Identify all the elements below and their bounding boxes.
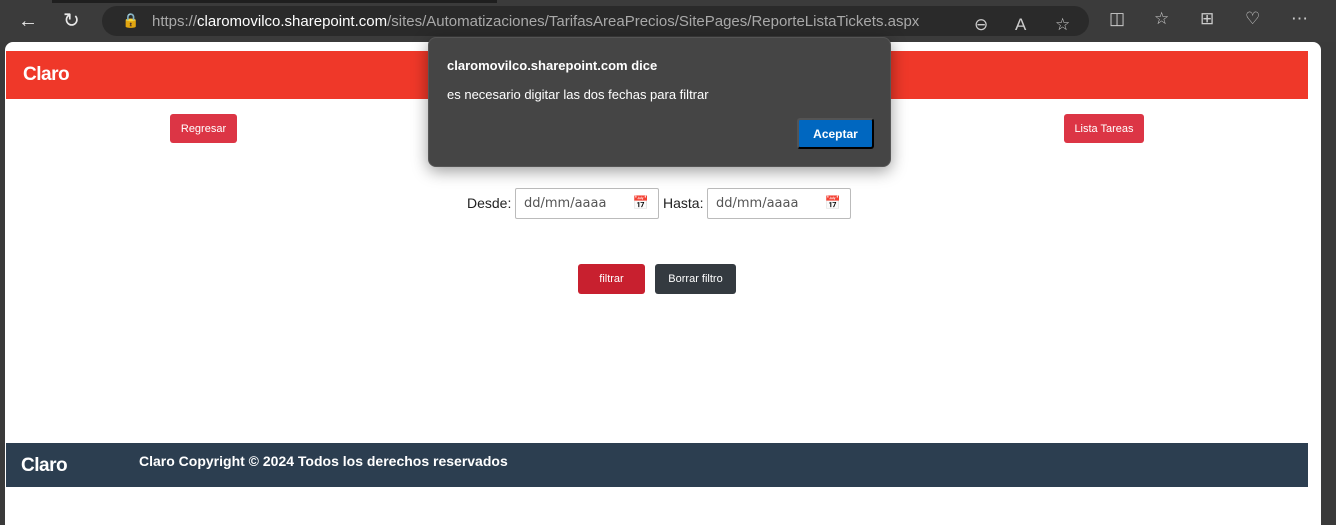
to-date-placeholder: dd/mm/aaaa [716, 196, 799, 211]
read-aloud-icon[interactable]: A [1015, 15, 1026, 35]
browser-sidebar [1321, 42, 1336, 525]
url-text[interactable]: https://claromovilco.sharepoint.com/site… [152, 13, 919, 30]
site-footer: Claro Claro Copyright © 2024 Todos los d… [6, 443, 1308, 487]
clear-filter-button[interactable]: Borrar filtro [655, 264, 736, 294]
lock-icon[interactable]: 🔒 [122, 12, 139, 29]
url-domain: claromovilco.sharepoint.com [197, 13, 388, 30]
from-date-placeholder: dd/mm/aaaa [524, 196, 607, 211]
url-prefix: https:// [152, 13, 198, 30]
to-date-input[interactable]: dd/mm/aaaa 📅 [707, 188, 851, 219]
footer-claro-logo: Claro [21, 455, 68, 476]
tab-strip-edge [52, 0, 497, 3]
zoom-out-icon[interactable]: ⊖ [974, 15, 988, 35]
more-icon[interactable]: ⋯ [1291, 9, 1308, 29]
split-screen-icon[interactable]: ◫ [1109, 9, 1125, 29]
alert-dialog: claromovilco.sharepoint.com dice es nece… [428, 37, 891, 167]
filter-button[interactable]: filtrar [578, 264, 645, 294]
browser-essentials-icon[interactable]: ♡ [1245, 9, 1260, 29]
from-date-input[interactable]: dd/mm/aaaa 📅 [515, 188, 659, 219]
accept-button[interactable]: Aceptar [797, 118, 874, 149]
claro-logo: Claro [23, 64, 70, 85]
back-icon[interactable]: ← [18, 10, 38, 32]
copyright-text: Claro Copyright © 2024 Todos los derecho… [139, 453, 508, 469]
task-list-button[interactable]: Lista Tareas [1064, 114, 1144, 143]
from-label: Desde: [467, 195, 512, 211]
calendar-icon[interactable]: 📅 [825, 196, 841, 211]
favorite-star-icon[interactable]: ☆ [1055, 15, 1070, 35]
back-button[interactable]: Regresar [170, 114, 237, 143]
calendar-icon[interactable]: 📅 [633, 196, 649, 211]
refresh-icon[interactable]: ↻ [63, 10, 80, 32]
dialog-message: es necesario digitar las dos fechas para… [447, 87, 709, 102]
collections-icon[interactable]: ⊞ [1200, 9, 1214, 29]
favorites-icon[interactable]: ☆ [1154, 9, 1169, 29]
address-bar[interactable]: 🔒 https://claromovilco.sharepoint.com/si… [102, 6, 1089, 36]
url-path: /sites/Automatizaciones/TarifasAreaPreci… [387, 13, 920, 30]
to-label: Hasta: [663, 195, 704, 211]
browser-toolbar: ← ↻ 🔒 https://claromovilco.sharepoint.co… [0, 0, 1336, 42]
dialog-title: claromovilco.sharepoint.com dice [447, 58, 658, 73]
